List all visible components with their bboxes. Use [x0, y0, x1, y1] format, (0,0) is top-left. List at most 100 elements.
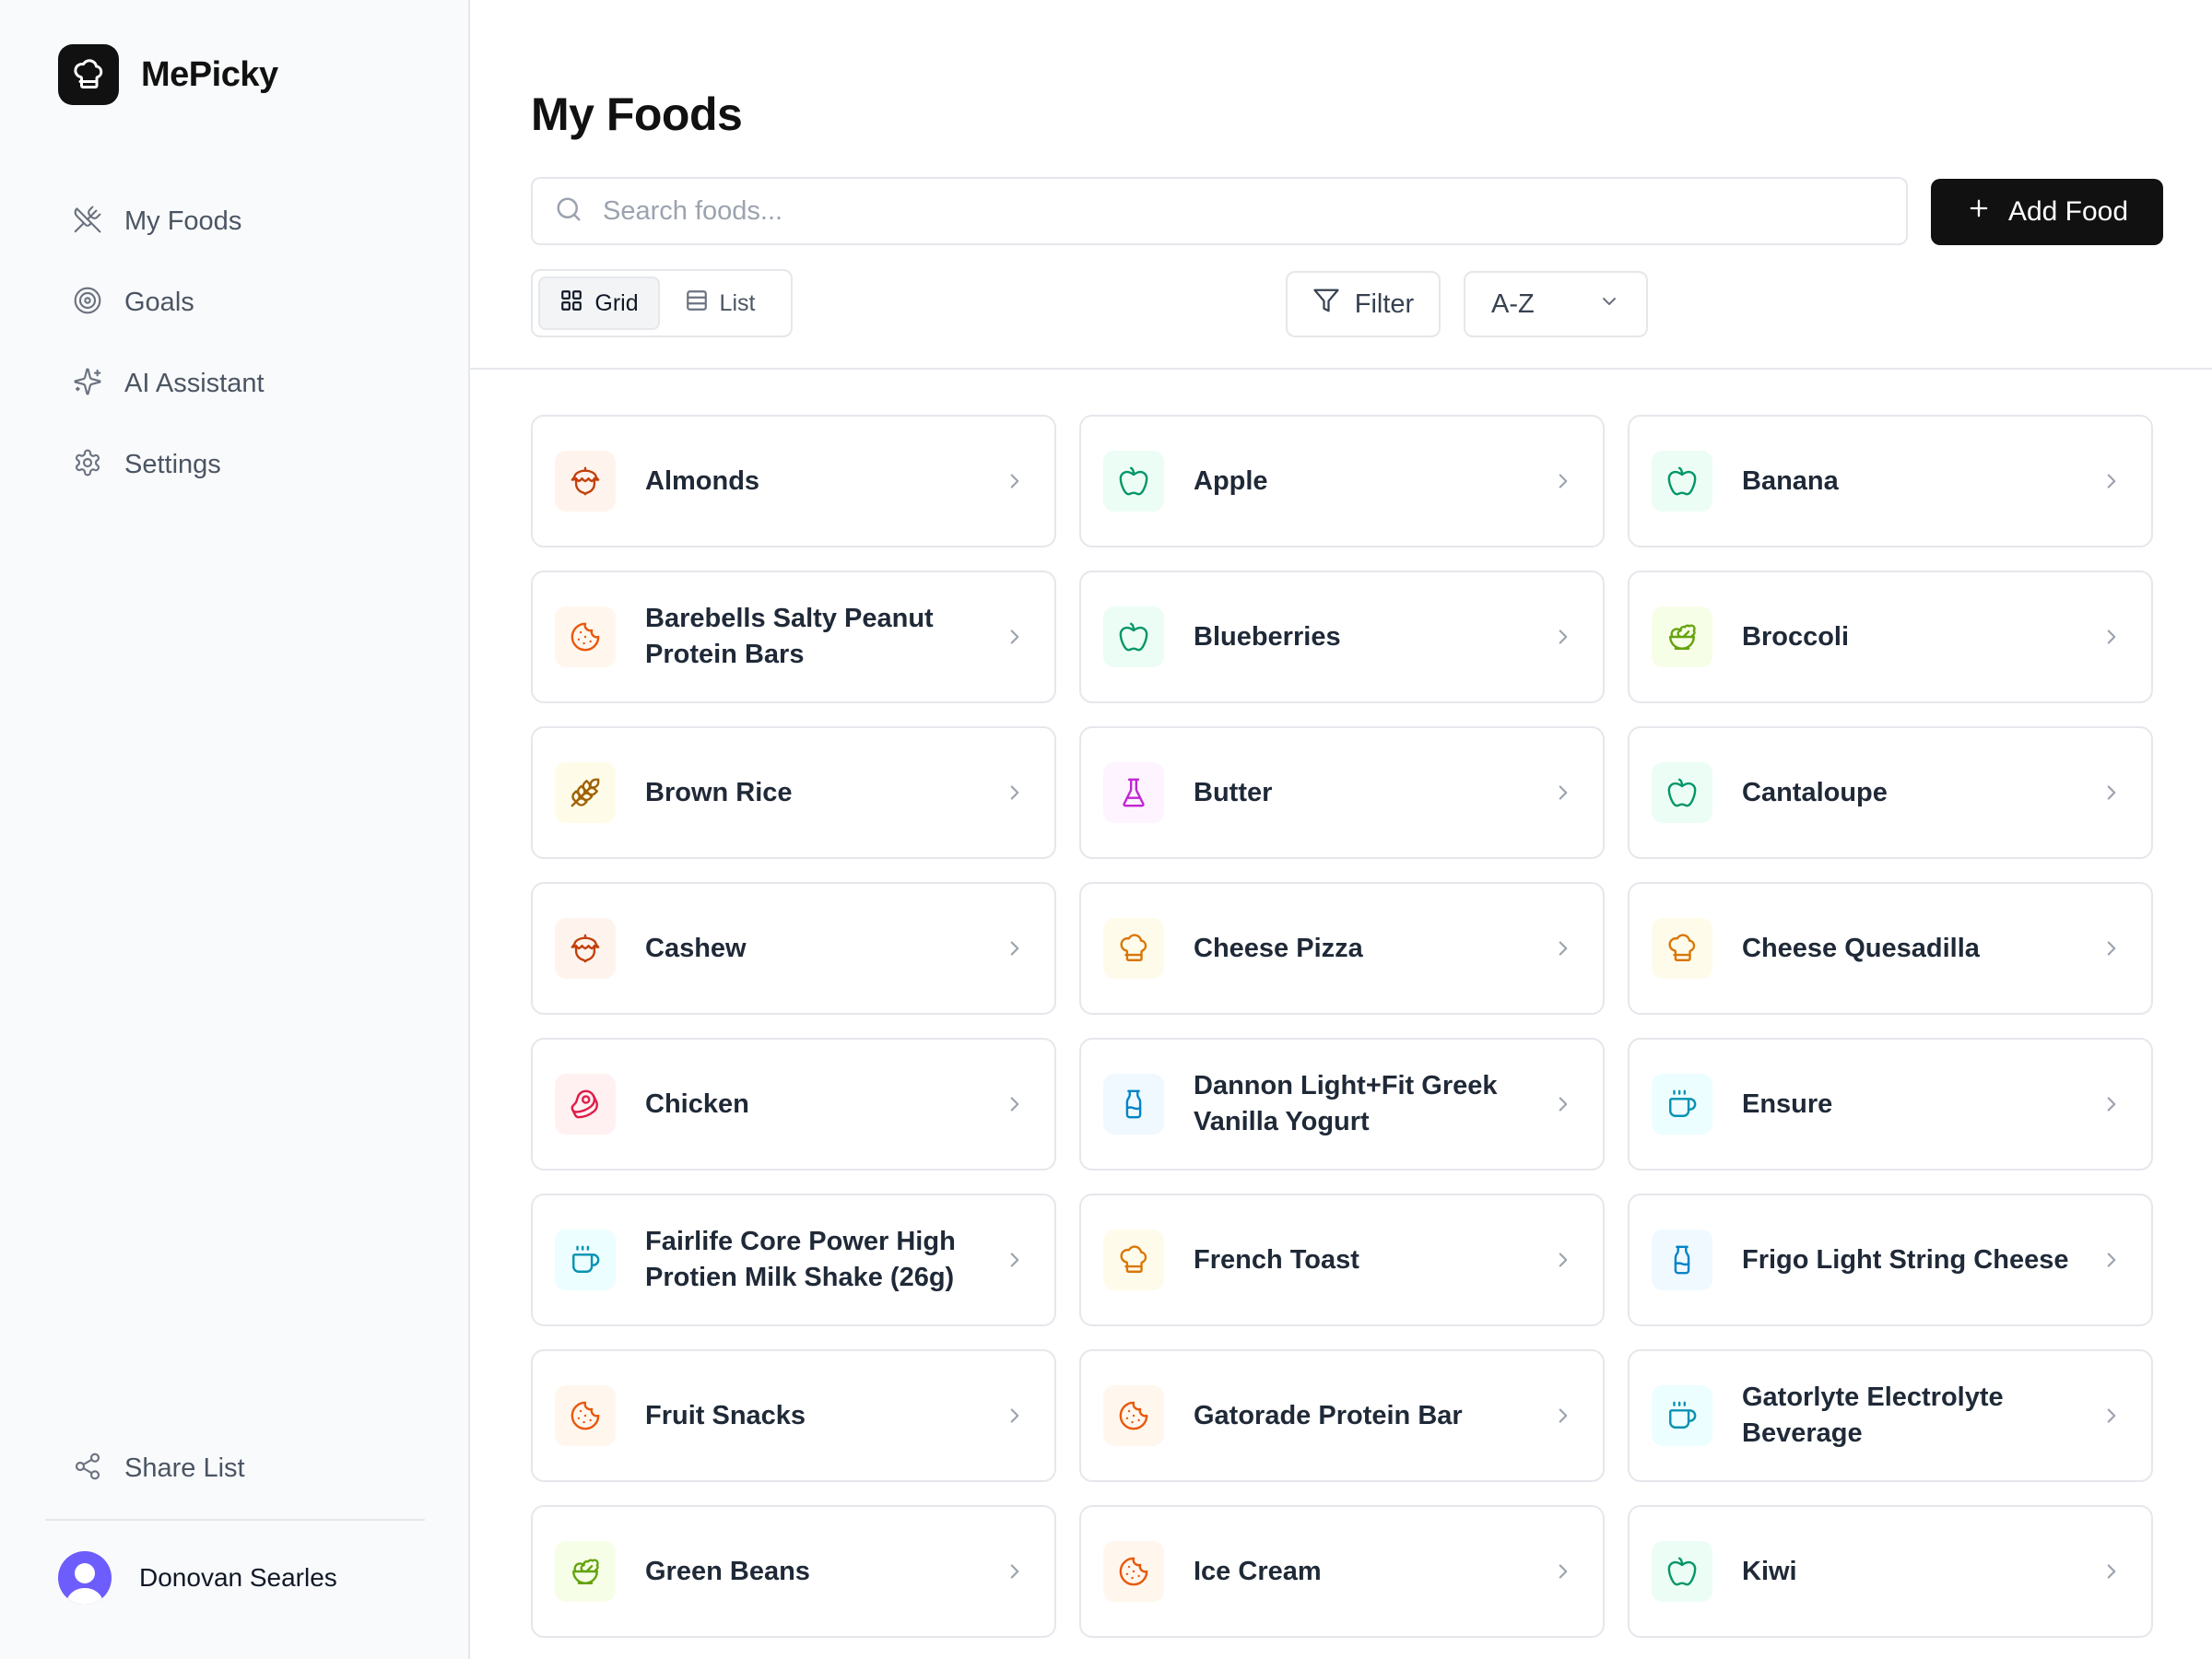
- target-icon: [73, 286, 102, 320]
- user-profile[interactable]: Donovan Searles: [58, 1551, 337, 1605]
- chevron-right-icon: [1559, 474, 1568, 488]
- chevron-down-icon: [1598, 289, 1620, 320]
- sort-value: A-Z: [1491, 288, 1535, 319]
- food-name: Cashew: [645, 933, 747, 963]
- food-name: Butter: [1194, 777, 1273, 807]
- sidebar-item-ai-assistant[interactable]: AI Assistant: [45, 347, 432, 420]
- food-grid: Almonds Apple Banana Barebells Salty Peanut…: [531, 415, 2164, 1638]
- apple-icon: [1103, 451, 1164, 512]
- food-card[interactable]: Cheese Quesadilla: [1628, 882, 2153, 1015]
- nut-icon: [555, 918, 616, 979]
- sidebar-nav: My Foods Goals AI Assistant Settings: [45, 184, 432, 509]
- food-name: Ice Cream: [1194, 1556, 1322, 1586]
- list-view-button[interactable]: List: [660, 276, 780, 330]
- chevron-right-icon: [2107, 1097, 2116, 1112]
- food-card[interactable]: Ensure: [1628, 1038, 2153, 1171]
- coffee-cup-icon: [555, 1230, 616, 1290]
- filter-label: Filter: [1354, 288, 1415, 319]
- chevron-right-icon: [2107, 629, 2116, 644]
- food-card[interactable]: Chicken: [531, 1038, 1056, 1171]
- food-card[interactable]: Gatorade Protein Bar: [1079, 1349, 1605, 1482]
- chevron-right-icon: [1559, 785, 1568, 800]
- food-name: French Toast: [1194, 1244, 1359, 1275]
- food-card[interactable]: Green Beans: [531, 1505, 1056, 1638]
- food-card[interactable]: Brown Rice: [531, 726, 1056, 859]
- chevron-right-icon: [1010, 629, 1019, 644]
- chevron-right-icon: [1010, 1097, 1019, 1112]
- sidebar-item-goals[interactable]: Goals: [45, 265, 432, 339]
- coffee-cup-icon: [1652, 1385, 1712, 1446]
- avatar: [58, 1551, 112, 1605]
- filter-icon: [1312, 287, 1355, 322]
- list-view-label: List: [719, 289, 756, 316]
- food-name: Brown Rice: [645, 777, 793, 807]
- food-card[interactable]: Fruit Snacks: [531, 1349, 1056, 1482]
- share-list-button[interactable]: Share List: [45, 1431, 432, 1505]
- chevron-right-icon: [2107, 1253, 2116, 1267]
- food-card[interactable]: Barebells Salty Peanut Protein Bars: [531, 571, 1056, 703]
- food-card[interactable]: Frigo Light String Cheese: [1628, 1194, 2153, 1326]
- chevron-right-icon: [1559, 1253, 1568, 1267]
- chevron-right-icon: [2107, 785, 2116, 800]
- food-card[interactable]: Blueberries: [1079, 571, 1605, 703]
- sidebar-divider: [45, 1519, 425, 1521]
- view-toggle: Grid List: [531, 269, 793, 337]
- grid-icon: [559, 288, 594, 319]
- sidebar: MePicky My Foods Goals AI Assistant Sett…: [0, 0, 470, 1659]
- sidebar-item-label: My Foods: [124, 206, 242, 236]
- food-card[interactable]: Kiwi: [1628, 1505, 2153, 1638]
- chevron-right-icon: [1010, 1408, 1019, 1423]
- nut-icon: [555, 451, 616, 512]
- list-icon: [685, 288, 720, 319]
- food-card[interactable]: Cantaloupe: [1628, 726, 2153, 859]
- food-card[interactable]: Ice Cream: [1079, 1505, 1605, 1638]
- food-card[interactable]: French Toast: [1079, 1194, 1605, 1326]
- food-card[interactable]: Gatorlyte Electrolyte Beverage: [1628, 1349, 2153, 1482]
- cookie-icon: [555, 606, 616, 667]
- sidebar-item-my-foods[interactable]: My Foods: [45, 184, 432, 258]
- chevron-right-icon: [1010, 1564, 1019, 1579]
- food-name: Green Beans: [645, 1556, 810, 1586]
- apple-icon: [1652, 762, 1712, 823]
- food-card[interactable]: Banana: [1628, 415, 2153, 547]
- food-card[interactable]: Cashew: [531, 882, 1056, 1015]
- wheat-icon: [555, 762, 616, 823]
- milk-bottle-icon: [1103, 1074, 1164, 1135]
- sparkles-icon: [73, 367, 102, 401]
- add-food-label: Add Food: [2007, 196, 2129, 227]
- cookie-icon: [1103, 1385, 1164, 1446]
- food-card[interactable]: Butter: [1079, 726, 1605, 859]
- main-content: My Foods Add Food: [470, 0, 2212, 1659]
- food-card[interactable]: Cheese Pizza: [1079, 882, 1605, 1015]
- chef-hat-icon: [1103, 1230, 1164, 1290]
- search-input[interactable]: [601, 194, 1877, 228]
- food-card[interactable]: Dannon Light+Fit Greek Vanilla Yogurt: [1079, 1038, 1605, 1171]
- food-name: Cheese Quesadilla: [1742, 933, 1980, 963]
- food-card[interactable]: Broccoli: [1628, 571, 2153, 703]
- plus-icon: [1966, 195, 2008, 229]
- food-name: Kiwi: [1742, 1556, 1797, 1586]
- sidebar-item-settings[interactable]: Settings: [45, 428, 432, 501]
- search-icon: [533, 195, 582, 228]
- sort-select[interactable]: A-Z: [1464, 271, 1648, 337]
- food-card[interactable]: Fairlife Core Power High Protien Milk Sh…: [531, 1194, 1056, 1326]
- add-food-button[interactable]: Add Food: [1931, 179, 2163, 245]
- food-name: Frigo Light String Cheese: [1742, 1244, 2069, 1275]
- food-name: Apple: [1194, 465, 1268, 496]
- chevron-right-icon: [1010, 785, 1019, 800]
- chevron-right-icon: [2107, 941, 2116, 956]
- beef-icon: [555, 1074, 616, 1135]
- brand[interactable]: MePicky: [58, 44, 278, 105]
- food-name: Ensure: [1742, 1088, 1833, 1119]
- grid-view-button[interactable]: Grid: [538, 276, 660, 330]
- food-card[interactable]: Apple: [1079, 415, 1605, 547]
- apple-icon: [1652, 1541, 1712, 1602]
- salad-icon: [1652, 606, 1712, 667]
- filter-button[interactable]: Filter: [1286, 271, 1441, 337]
- chevron-right-icon: [1559, 1097, 1568, 1112]
- share-list-label: Share List: [124, 1453, 245, 1483]
- cookie-icon: [1103, 1541, 1164, 1602]
- search-bar[interactable]: [531, 177, 1908, 245]
- food-card[interactable]: Almonds: [531, 415, 1056, 547]
- apple-icon: [1652, 451, 1712, 512]
